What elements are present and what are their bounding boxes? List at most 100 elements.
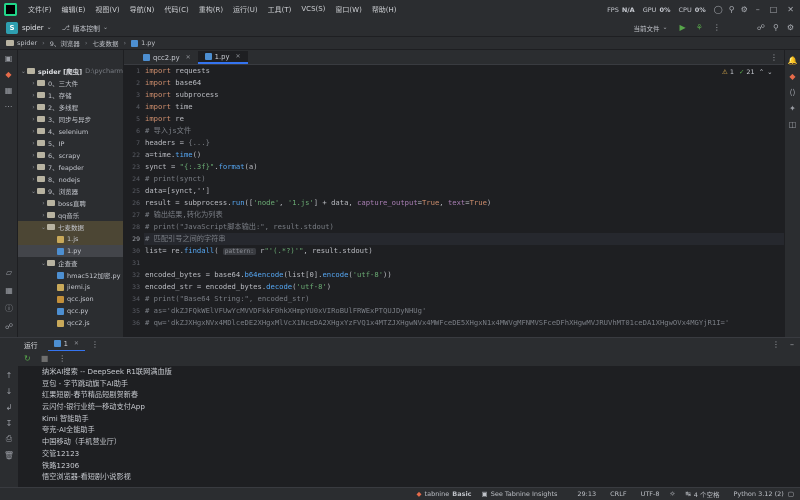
editor-tab[interactable]: qcc2.py ✕ [136,51,198,64]
user-icon[interactable]: ◯ [714,5,723,14]
code-line[interactable]: # 输出结果,转化为列表 [144,209,784,221]
tabnine-tier[interactable]: Basic [452,490,471,498]
tree-root[interactable]: ⌄ spider [爬虫] D:\pycharm [18,65,123,77]
caret-position[interactable]: 29:13 [577,490,596,498]
tree-item[interactable]: jiemi.js [18,281,123,293]
search-icon[interactable]: ⚲ [773,23,779,32]
chevron-down-icon[interactable]: ⌄ [767,68,772,76]
tree-item[interactable]: › 3、同步与异步 [18,113,123,125]
tree-item[interactable]: 1.py [18,245,123,257]
git-tool-icon[interactable]: ☍ [0,318,18,334]
code-view-icon[interactable]: ⟨⟩ [785,84,800,100]
code-line[interactable]: encoded_str = encoded_bytes.decode('utf-… [144,281,784,293]
chevron-right-icon[interactable]: › [40,200,47,207]
code-line[interactable]: # 导入js文件 [144,125,784,137]
gear-icon[interactable]: ⚙ [787,23,794,32]
tabnine-tool-icon[interactable]: ◆ [0,66,17,82]
structure-tool-icon[interactable]: ▦ [0,82,17,98]
gear-icon[interactable]: ⚙ [741,5,748,14]
code-with-me-icon[interactable]: ☍ [757,23,765,32]
print-icon[interactable]: ⎙ [0,431,18,447]
chevron-down-icon[interactable]: ⌄ [47,24,52,31]
code-line[interactable]: headers = {...} [144,137,784,149]
terminal-tool-icon[interactable]: ▦ [0,282,18,298]
chevron-down-icon[interactable]: ⌄ [663,24,668,31]
breadcrumb-item[interactable]: 七麦数据 [92,38,118,48]
close-icon[interactable]: ✕ [787,5,794,14]
search-icon[interactable]: ⚲ [729,5,735,14]
up-icon[interactable]: ↑ [0,367,18,383]
code-editor[interactable]: import requests import base64 import subpr… [144,65,784,337]
tabnine-insights[interactable]: See Tabnine Insights [491,490,558,498]
code-line[interactable]: # qw='dkZJXHgxNVx4MDlceDE2XHgxMlVcX1NceD… [144,317,784,329]
code-line[interactable]: a=time.time() [144,149,784,161]
breadcrumb-item[interactable]: spider [17,39,37,47]
menu-item[interactable]: 导航(N) [125,5,160,15]
chevron-down-icon[interactable]: ⌄ [40,260,47,267]
code-line[interactable]: # 匹配引号之间的字符串 [144,233,784,245]
chevron-right-icon[interactable]: › [30,116,37,123]
indent-icon[interactable]: ↹ [685,490,690,498]
code-line[interactable]: # print("JavaScript脚本输出:", result.stdout… [144,221,784,233]
code-line[interactable]: import requests [144,65,784,77]
code-line[interactable]: import re [144,113,784,125]
chevron-right-icon[interactable]: › [30,164,37,171]
close-icon[interactable]: ✕ [235,53,240,60]
minimize-icon[interactable]: – [790,340,794,349]
code-line[interactable]: import base64 [144,77,784,89]
python-interpreter[interactable]: Python 3.12 (2) [734,490,784,498]
menu-item[interactable]: 工具(T) [263,5,297,15]
menu-item[interactable]: 视图(V) [90,5,124,15]
chevron-right-icon[interactable]: › [30,128,37,135]
code-line[interactable] [144,257,784,269]
run-config[interactable]: 当前文件 [634,23,660,33]
minimize-icon[interactable]: – [756,5,760,14]
menu-item[interactable]: 窗口(W) [330,5,366,15]
more-icon[interactable]: ⋮ [713,23,721,32]
down-icon[interactable]: ↓ [0,383,18,399]
run-icon[interactable]: ▶ [680,23,686,32]
chevron-right-icon[interactable]: › [30,176,37,183]
tree-item[interactable]: › 6、scrapy [18,149,123,161]
tree-item[interactable]: › 5、IP [18,137,123,149]
chevron-right-icon[interactable]: › [30,140,37,147]
line-separator[interactable]: CRLF [610,490,626,498]
tree-item[interactable]: ⌄ 企查查 [18,257,123,269]
code-line[interactable]: # print(synct) [144,173,784,185]
code-line[interactable]: import subprocess [144,89,784,101]
inspection-widget[interactable]: ⚠ 1 ✓ 21 ⌃ ⌄ [722,68,773,76]
code-line[interactable]: # print("Base64 String:", encoded_str) [144,293,784,305]
code-line[interactable]: # as='dkZJFQkWElVFUwYcMVVDFkkF0hkXHmpYU0… [144,305,784,317]
close-icon[interactable]: ✕ [74,340,79,347]
menu-item[interactable]: 编辑(E) [57,5,91,15]
vcs-label[interactable]: 版本控制 [73,23,100,33]
tree-item[interactable]: ⌄ 9、浏览器 [18,185,123,197]
soft-wrap-icon[interactable]: ↲ [0,399,18,415]
tree-item[interactable]: qcc2.js [18,317,123,329]
breadcrumb-item[interactable]: 9、浏览器 [50,38,80,48]
tree-item[interactable]: › 7、feapder [18,161,123,173]
tree-item[interactable]: › 8、nodejs [18,173,123,185]
menu-item[interactable]: 帮助(H) [367,5,402,15]
menu-item[interactable]: 文件(F) [23,5,57,15]
menu-item[interactable]: 运行(U) [228,5,263,15]
stop-icon[interactable]: ■ [41,354,49,363]
tabnine-chat-icon[interactable]: ◆ [785,68,800,84]
readonly-icon[interactable]: ☼ [670,490,676,498]
more-tabs-icon[interactable]: ⋮ [770,53,778,62]
tree-item[interactable]: › 2、多线程 [18,101,123,113]
tree-item[interactable]: › 4、selenium [18,125,123,137]
more-icon[interactable]: ⋮ [772,340,780,349]
tree-item[interactable]: › boss直聘 [18,197,123,209]
trash-icon[interactable]: 🗑 [0,447,18,463]
chevron-right-icon[interactable]: › [30,152,37,159]
tabnine-label[interactable]: tabnine [425,490,450,498]
chevron-down-icon[interactable]: ⌄ [30,188,37,195]
code-line[interactable]: encoded_bytes = base64.b64encode(list[0]… [144,269,784,281]
chevron-up-icon[interactable]: ⌃ [759,68,764,76]
chevron-right-icon[interactable]: › [30,92,37,99]
more-icon[interactable]: ⋮ [91,340,99,349]
project-tool-icon[interactable]: ▣ [0,50,17,66]
database-icon[interactable]: ◫ [785,116,800,132]
chevron-down-icon[interactable]: ⌄ [103,24,108,31]
